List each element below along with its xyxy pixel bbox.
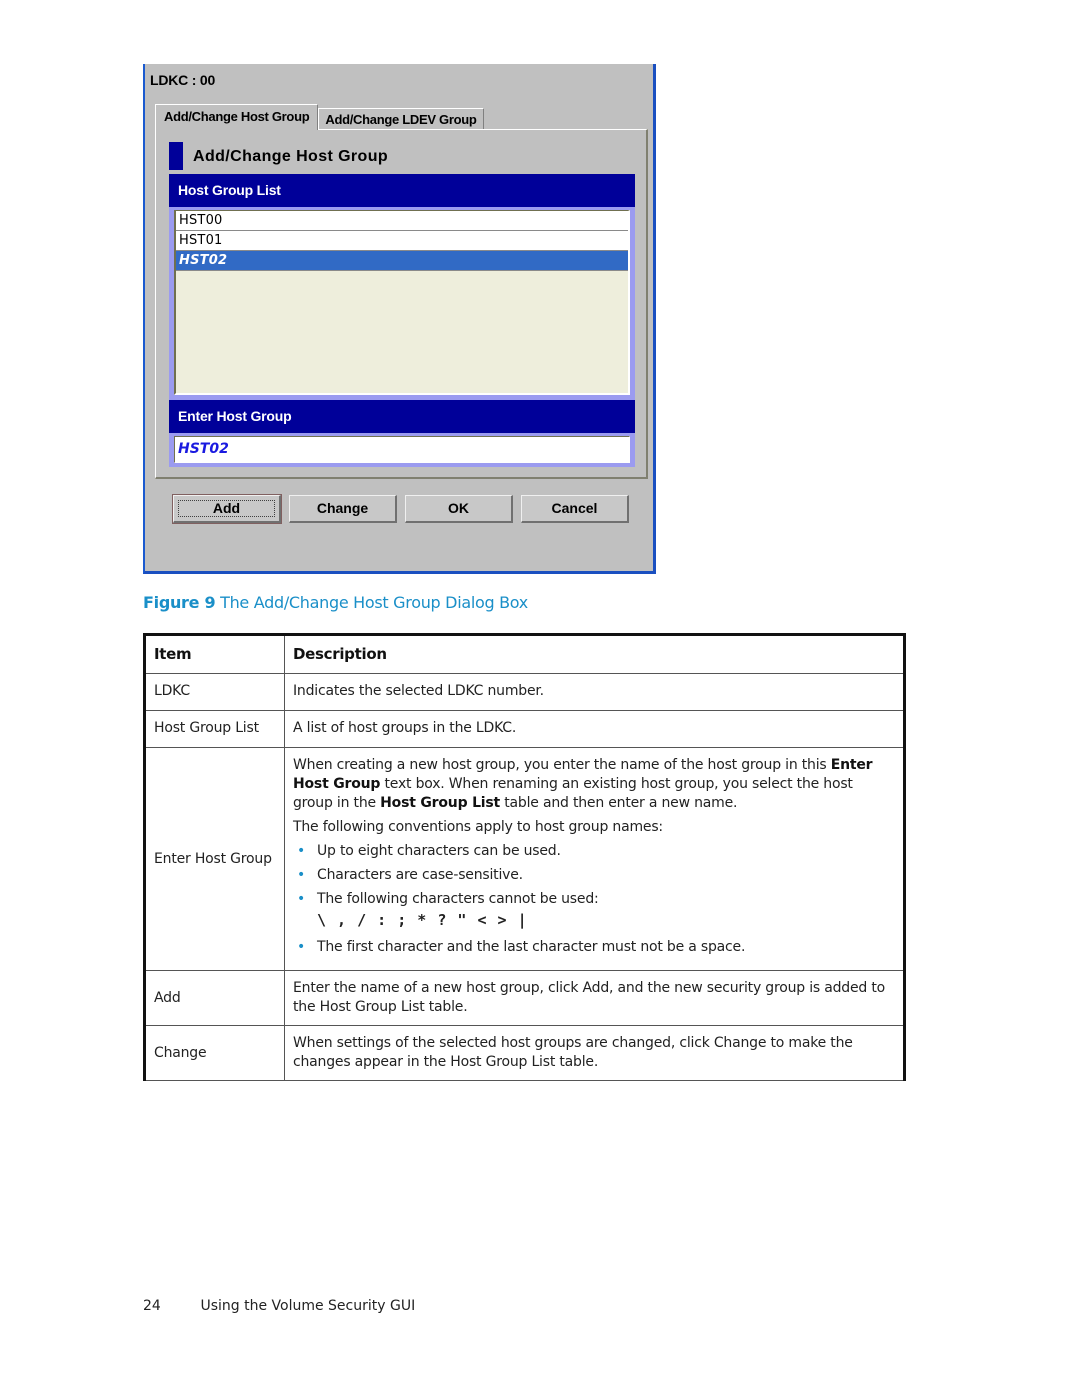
table-row: Enter Host Group When creating a new hos… — [144, 747, 905, 971]
footer-section-title: Using the Volume Security GUI — [200, 1298, 416, 1314]
ok-button[interactable]: OK — [405, 495, 513, 523]
figure-title: The Add/Change Host Group Dialog Box — [220, 593, 528, 612]
enter-host-group-header: Enter Host Group — [169, 400, 635, 433]
page-number: 24 — [143, 1298, 161, 1314]
cancel-button[interactable]: Cancel — [521, 495, 629, 523]
figure-caption: Figure 9 The Add/Change Host Group Dialo… — [143, 593, 528, 612]
add-button[interactable]: Add — [172, 494, 282, 524]
column-header-description: Description — [284, 634, 905, 674]
table-row: Add Enter the name of a new host group, … — [144, 970, 905, 1026]
table-row: LDKC Indicates the selected LDKC number. — [144, 673, 905, 711]
host-group-list-header: Host Group List — [169, 174, 635, 207]
list-item: • Up to eight characters can be used. — [293, 842, 895, 861]
bullet-text: Characters are case-sensitive. — [317, 867, 523, 883]
text: table and then enter a new name. — [500, 795, 738, 811]
cell-description: When settings of the selected host group… — [284, 1025, 905, 1081]
add-change-host-group-dialog: LDKC : 00 Add/Change Host Group Add/Chan… — [143, 64, 656, 574]
cell-item: LDKC — [144, 673, 285, 711]
bullet-icon: • — [297, 939, 306, 955]
button-row: Add Change OK Cancel — [172, 494, 629, 524]
change-button[interactable]: Change — [289, 495, 397, 523]
enter-host-group-frame: HST02 — [169, 433, 635, 467]
forbidden-characters: \ , / : ; * ? " < > | — [317, 911, 528, 929]
list-item: • The following characters cannot be used… — [293, 890, 895, 930]
text: When creating a new host group, you ente… — [293, 757, 831, 773]
bullet-icon: • — [297, 843, 306, 859]
enter-host-group-input[interactable]: HST02 — [174, 436, 630, 463]
cell-description: Indicates the selected LDKC number. — [284, 673, 905, 711]
cell-item: Change — [144, 1025, 285, 1081]
list-item[interactable]: HST01 — [176, 231, 628, 251]
table-row: Change When settings of the selected hos… — [144, 1025, 905, 1081]
cell-description: Enter the name of a new host group, clic… — [284, 970, 905, 1026]
list-item[interactable]: HST00 — [176, 211, 628, 231]
add-button-label: Add — [212, 500, 241, 516]
figure-number: Figure 9 — [143, 593, 216, 612]
conventions-intro: The following conventions apply to host … — [293, 819, 663, 835]
cell-item: Host Group List — [144, 710, 285, 748]
cell-item: Enter Host Group — [144, 747, 285, 971]
bullet-text: Up to eight characters can be used. — [317, 843, 561, 859]
list-item-selected[interactable]: HST02 — [176, 251, 628, 271]
cell-description: When creating a new host group, you ente… — [284, 747, 905, 971]
description-paragraph: When creating a new host group, you ente… — [293, 756, 895, 813]
section-title: Add/Change Host Group — [193, 148, 389, 165]
table-header-row: Item Description — [144, 634, 905, 674]
tab-add-change-ldev-group[interactable]: Add/Change LDEV Group — [318, 108, 484, 130]
list-item: • The first character and the last charac… — [293, 938, 895, 957]
section-marker-icon — [169, 142, 183, 170]
bullet-text: The first character and the last charact… — [317, 939, 746, 955]
host-group-list[interactable]: HST00 HST01 HST02 — [174, 210, 630, 395]
table-row: Host Group List A list of host groups in… — [144, 710, 905, 748]
tab-bar: Add/Change Host Group Add/Change LDEV Gr… — [155, 104, 484, 130]
bullet-text: The following characters cannot be used: — [317, 891, 599, 907]
bullet-icon: • — [297, 867, 306, 883]
column-header-item: Item — [144, 634, 285, 674]
cell-description: A list of host groups in the LDKC. — [284, 710, 905, 748]
bullet-icon: • — [297, 891, 306, 907]
list-item: • Characters are case-sensitive. — [293, 866, 895, 885]
conventions-list: • Up to eight characters can be used. • Ch… — [293, 842, 895, 957]
term-host-group-list: Host Group List — [380, 795, 501, 811]
page-footer: 24 Using the Volume Security GUI — [143, 1298, 415, 1314]
tab-add-change-host-group[interactable]: Add/Change Host Group — [155, 104, 319, 130]
item-description-table: Item Description LDKC Indicates the sele… — [143, 633, 906, 1081]
host-group-list-frame: HST00 HST01 HST02 — [169, 207, 635, 400]
ldkc-label: LDKC : 00 — [150, 72, 216, 88]
tab-panel: Add/Change Host Group Host Group List HS… — [155, 129, 648, 479]
cell-item: Add — [144, 970, 285, 1026]
